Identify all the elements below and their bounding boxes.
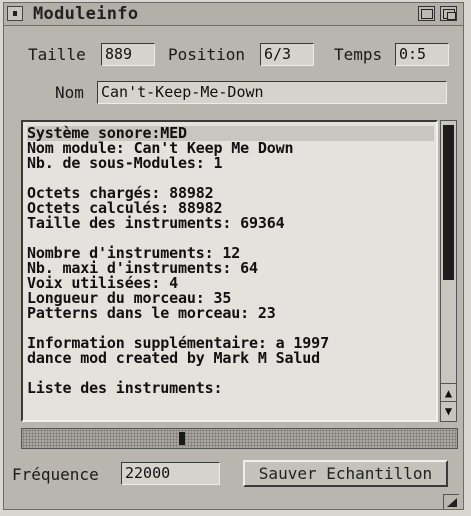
nom-label: Nom bbox=[55, 83, 84, 102]
nom-field: Can't-Keep-Me-Down bbox=[97, 81, 447, 104]
slider-thumb[interactable] bbox=[179, 432, 185, 445]
vertical-scrollbar[interactable]: ▲ ▼ bbox=[440, 120, 457, 422]
scroll-thumb[interactable] bbox=[443, 125, 454, 280]
taille-field: 889 bbox=[101, 43, 155, 66]
resize-icon[interactable] bbox=[443, 494, 459, 509]
info-line: Taille des instruments: 69364 bbox=[27, 214, 285, 232]
window-title: Moduleinfo bbox=[33, 4, 139, 24]
position-field: 6/3 bbox=[260, 43, 314, 66]
title-bar[interactable]: Moduleinfo bbox=[4, 3, 463, 26]
save-sample-button[interactable]: Sauver Echantillon bbox=[243, 460, 448, 487]
close-icon[interactable] bbox=[7, 6, 23, 21]
info-lines: Système sonore:MED Nom module: Can't Keep… bbox=[27, 126, 434, 396]
frequence-label: Fréquence bbox=[12, 465, 99, 484]
temps-field: 0:5 bbox=[395, 43, 449, 66]
arrow-up-icon[interactable]: ▲ bbox=[441, 383, 456, 402]
depth-icon[interactable] bbox=[440, 6, 457, 21]
zoom-icon[interactable] bbox=[418, 6, 435, 21]
frequence-field[interactable]: 22000 bbox=[121, 462, 220, 485]
taille-label: Taille bbox=[28, 45, 86, 64]
info-line: Nb. de sous-Modules: 1 bbox=[27, 154, 223, 172]
horizontal-slider[interactable] bbox=[21, 428, 458, 449]
info-line: Liste des instruments: bbox=[27, 379, 223, 397]
info-line: dance mod created by Mark M Salud bbox=[27, 349, 321, 367]
temps-label: Temps bbox=[334, 45, 383, 64]
position-label: Position bbox=[168, 45, 246, 64]
info-line: Patterns dans le morceau: 23 bbox=[27, 304, 276, 322]
info-listview[interactable]: Système sonore:MED Nom module: Can't Keep… bbox=[21, 120, 438, 422]
moduleinfo-window: Moduleinfo Taille 889 Position 6/3 Temps… bbox=[3, 2, 464, 510]
arrow-down-icon[interactable]: ▼ bbox=[441, 401, 456, 420]
